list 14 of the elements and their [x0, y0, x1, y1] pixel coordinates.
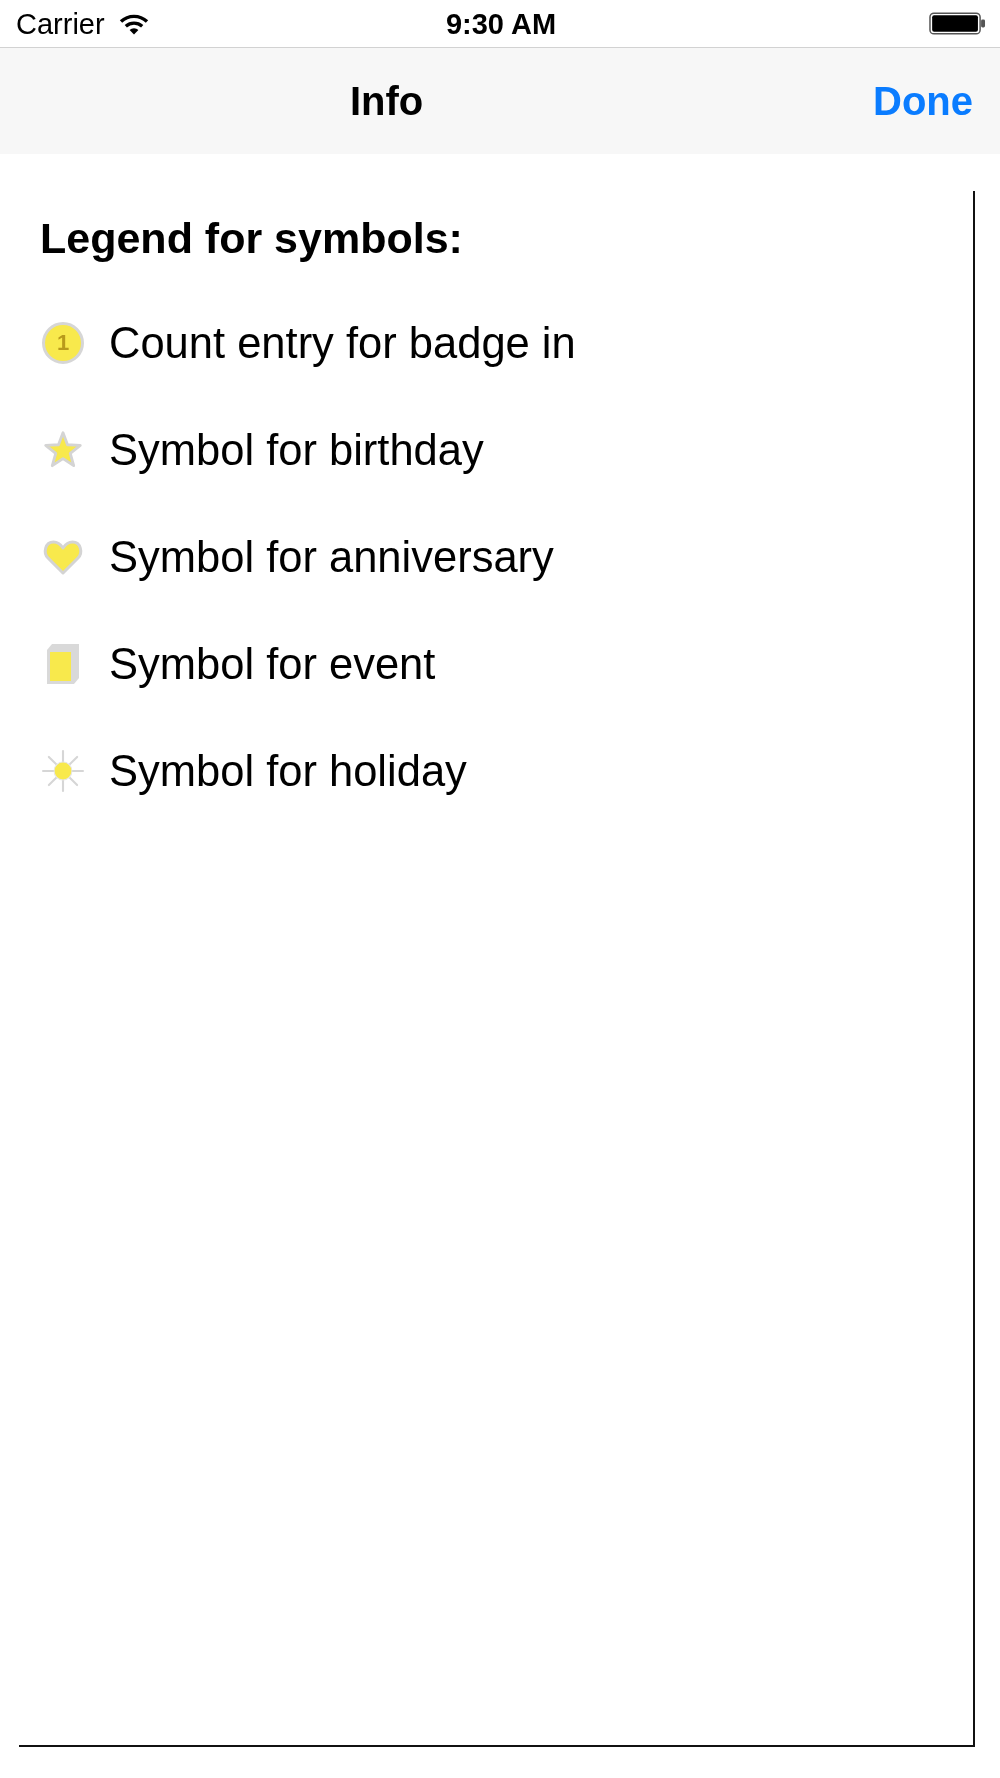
- legend-label: Symbol for holiday: [109, 745, 467, 797]
- battery-icon: [929, 12, 986, 35]
- wifi-icon: [118, 12, 149, 35]
- count-badge: 1: [42, 321, 84, 364]
- status-time: 9:30 AM: [445, 6, 557, 41]
- legend-heading: Legend for symbols:: [40, 213, 463, 263]
- legend-label: Symbol for birthday: [109, 424, 484, 476]
- nav-title: Info: [350, 78, 425, 125]
- legend-label: Count entry for badge in: [109, 317, 576, 369]
- legend-label: Symbol for event: [109, 638, 436, 690]
- carrier-label: Carrier: [16, 6, 105, 41]
- legend-label: Symbol for anniversary: [109, 531, 554, 583]
- sun-icon: [42, 749, 84, 792]
- done-button[interactable]: Done: [868, 75, 978, 127]
